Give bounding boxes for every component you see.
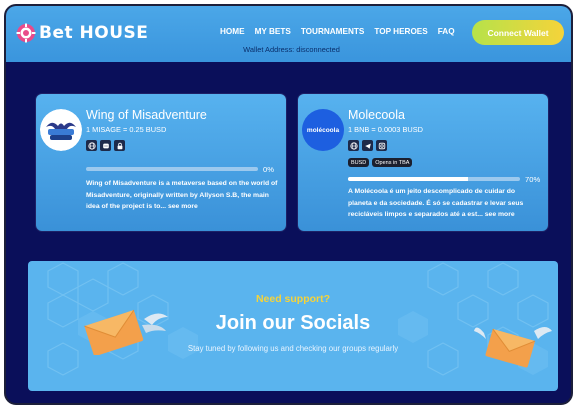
socials-banner: Need support? Join our Socials Stay tune… — [28, 261, 558, 391]
logo[interactable]: Bet HOUSE — [16, 22, 148, 44]
funding-progress-bar — [86, 167, 258, 171]
app-frame: Bet HOUSE HOME MY BETS TOURNAMENTS TOP H… — [4, 4, 573, 405]
avatar-logo-text: molécoola — [306, 126, 340, 134]
wallet-address: Wallet Address: disconnected — [243, 45, 340, 54]
lock-icon[interactable] — [114, 140, 125, 151]
funding-percent: 0% — [263, 165, 274, 174]
support-kicker: Need support? — [255, 293, 331, 305]
instagram-icon[interactable] — [376, 140, 387, 151]
poker-chip-icon — [16, 23, 36, 43]
project-description: Wing of Misadventure is a metaverse base… — [86, 178, 278, 213]
socials-title: Join our Socials — [215, 312, 371, 334]
main-nav: HOME MY BETS TOURNAMENTS TOP HEROES FAQ — [220, 27, 465, 36]
nav-my-bets[interactable]: MY BETS — [255, 27, 291, 36]
tag-currency: BUSD — [348, 158, 370, 167]
token-rate: 1 MISAGE = 0.25 BUSD — [86, 125, 167, 134]
connect-wallet-button[interactable]: Connect Wallet — [472, 20, 564, 45]
funding-percent: 70% — [525, 175, 541, 184]
telegram-icon[interactable] — [362, 140, 373, 151]
project-description: A Molécoola é um jeito descomplicado de … — [348, 186, 540, 221]
logo-text: Bet HOUSE — [39, 23, 149, 43]
funding-progress-bar — [348, 177, 520, 181]
discord-icon[interactable] — [100, 140, 111, 151]
project-title: Wing of Misadventure — [86, 108, 207, 122]
project-card-molecoola[interactable]: molécoola Molecoola 1 BNB = 0.0003 BUSD … — [298, 94, 548, 231]
tag-opening: Opens in TBA — [372, 158, 413, 167]
nav-faq[interactable]: FAQ — [438, 27, 455, 36]
project-avatar: molécoola — [302, 109, 344, 151]
project-links — [86, 140, 125, 151]
project-tags: BUSD Opens in TBA — [348, 158, 413, 167]
globe-icon[interactable] — [348, 140, 359, 151]
project-avatar — [40, 109, 82, 151]
nav-tournaments[interactable]: TOURNAMENTS — [301, 27, 365, 36]
top-header: Bet HOUSE HOME MY BETS TOURNAMENTS TOP H… — [6, 6, 571, 62]
see-more-link[interactable]: see more — [168, 203, 198, 210]
project-card-wing-of-misadventure[interactable]: Wing of Misadventure 1 MISAGE = 0.25 BUS… — [36, 94, 286, 231]
socials-subtitle: Stay tuned by following us and checking … — [187, 344, 399, 353]
project-links — [348, 140, 387, 151]
nav-home[interactable]: HOME — [220, 27, 245, 36]
see-more-link[interactable]: see more — [485, 211, 515, 218]
nav-top-heroes[interactable]: TOP HEROES — [374, 27, 427, 36]
token-rate: 1 BNB = 0.0003 BUSD — [348, 125, 423, 134]
globe-icon[interactable] — [86, 140, 97, 151]
project-title: Molecoola — [348, 108, 405, 122]
